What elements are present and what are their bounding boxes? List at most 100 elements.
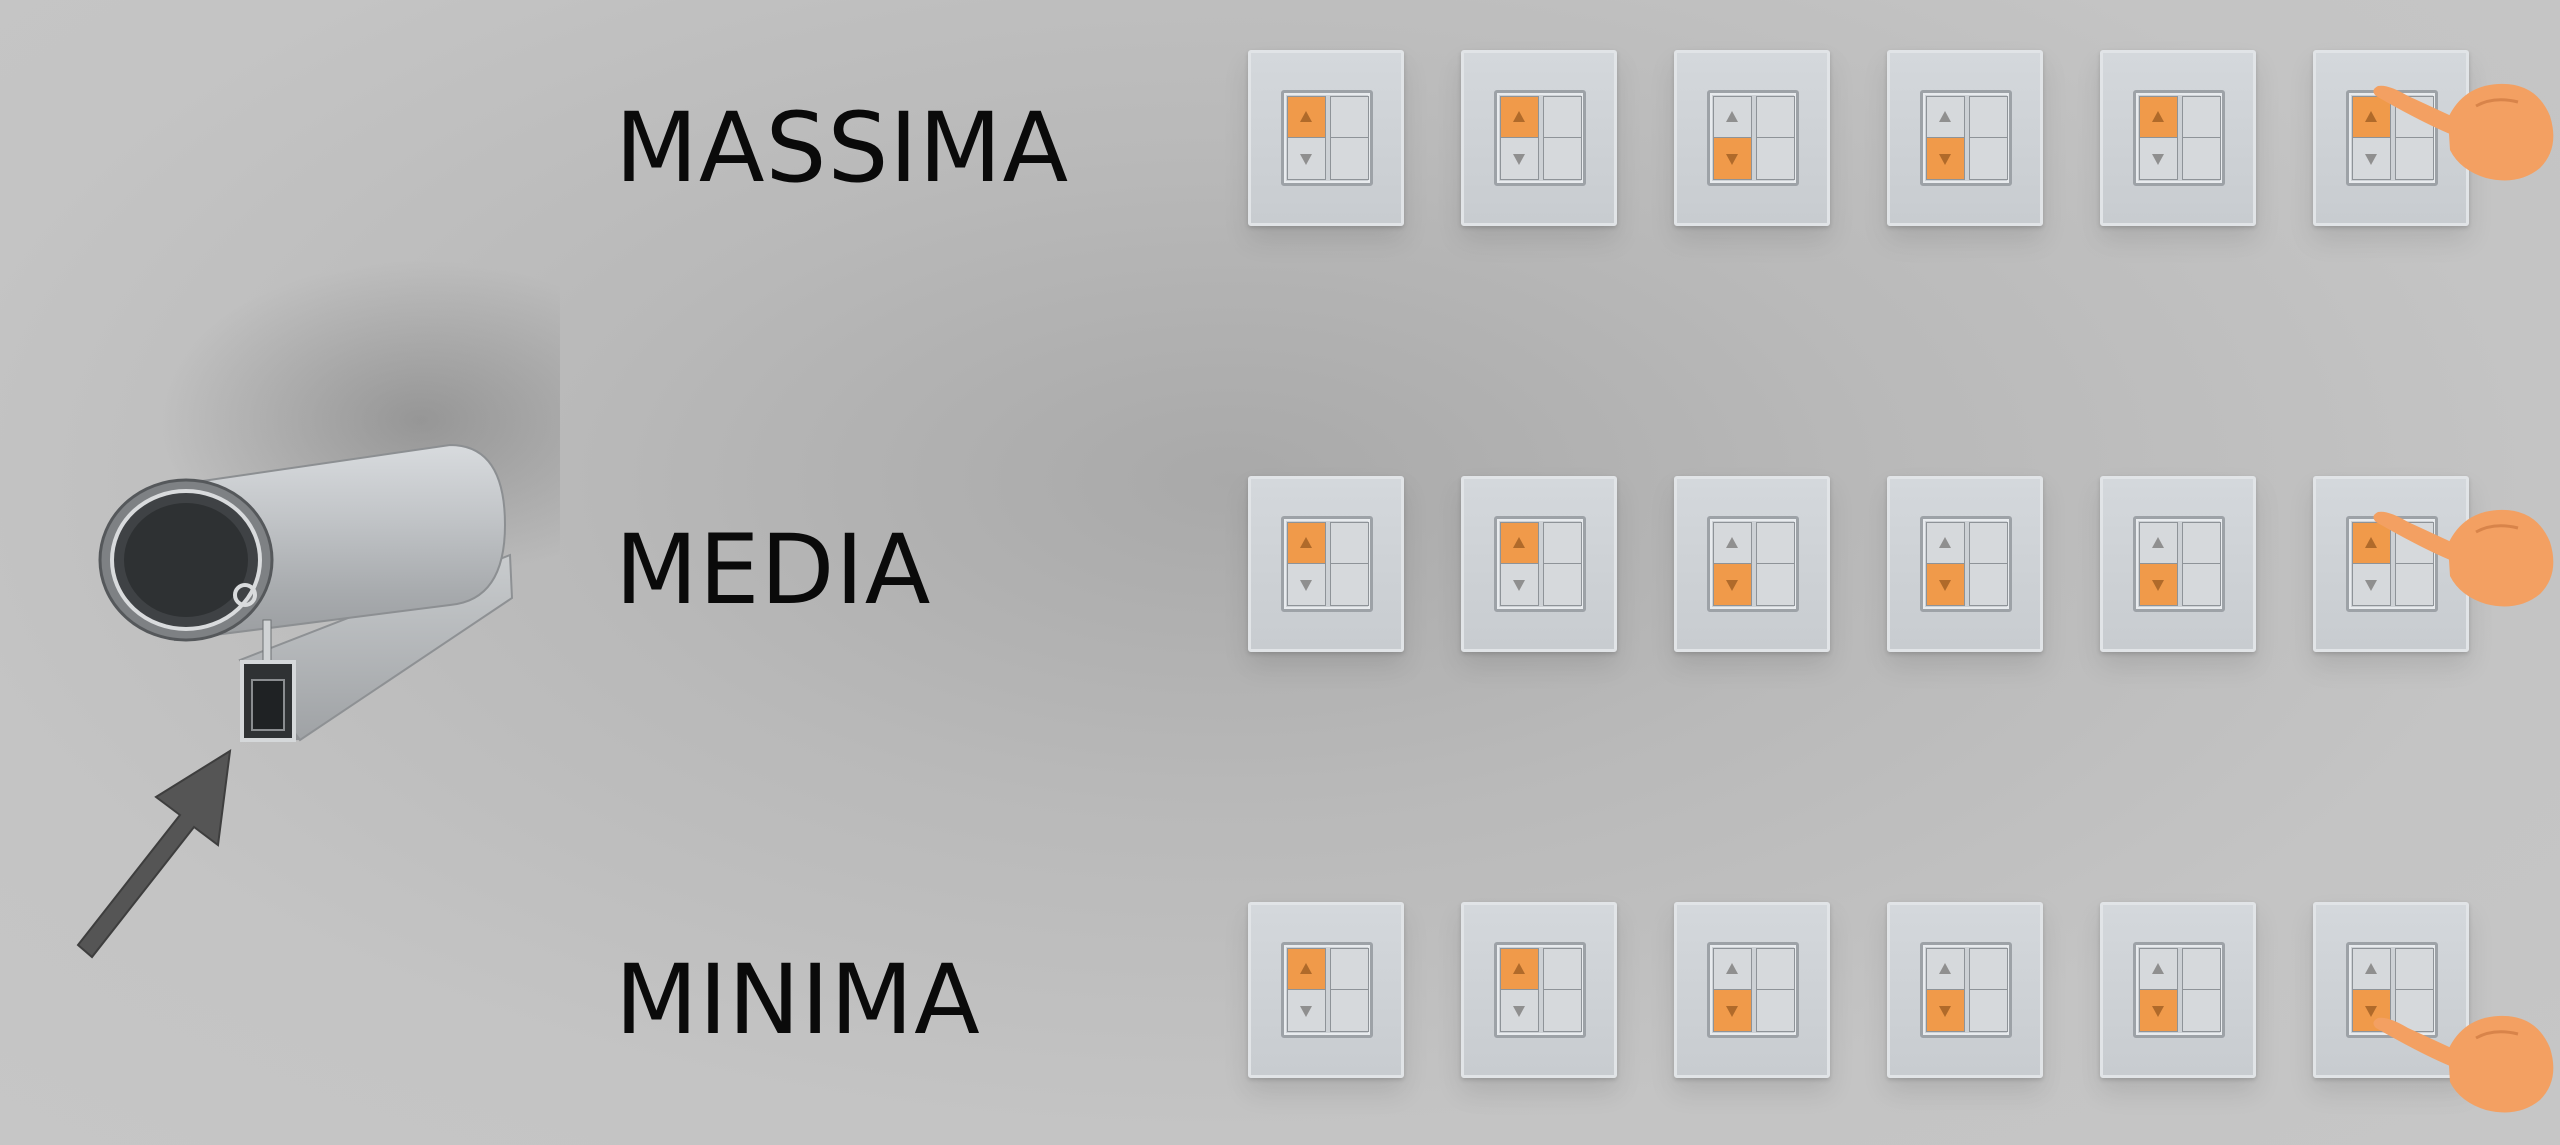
arrow-up-icon	[1726, 537, 1738, 548]
switch-frame	[1707, 90, 1799, 186]
arrow-down-icon	[1300, 1006, 1312, 1017]
arrow-down-icon	[1513, 154, 1525, 165]
rocker-right[interactable]	[1330, 522, 1369, 606]
rocker-right-divider	[1331, 949, 1368, 990]
arrow-up-icon	[1726, 111, 1738, 122]
arrow-down-icon	[2152, 154, 2164, 165]
switch-row-minima	[1248, 902, 2554, 1113]
rocker-right-divider	[1757, 949, 1794, 990]
switch-panel	[1674, 50, 1830, 226]
button-up[interactable]	[1927, 97, 1964, 138]
rocker-right[interactable]	[1969, 522, 2008, 606]
rocker-left	[1713, 522, 1752, 606]
switch-panel	[1248, 902, 1404, 1078]
switch-panel	[1887, 50, 2043, 226]
switch-panel	[1248, 50, 1404, 226]
button-down[interactable]	[2140, 564, 2177, 605]
arrow-up-icon	[1300, 537, 1312, 548]
switch-panel	[1674, 476, 1830, 652]
button-down[interactable]	[1714, 564, 1751, 605]
rocker-right[interactable]	[2182, 522, 2221, 606]
switch-row-media	[1248, 476, 2554, 652]
button-up[interactable]	[1714, 949, 1751, 990]
button-up[interactable]	[1501, 523, 1538, 564]
rocker-left	[1500, 948, 1539, 1032]
arrow-down-icon	[1939, 154, 1951, 165]
diagram-stage: MASSIMA MEDIA MINIMA	[0, 0, 2560, 1145]
switch-panel	[1461, 476, 1617, 652]
button-up[interactable]	[2140, 949, 2177, 990]
rocker-left	[1926, 96, 1965, 180]
button-down[interactable]	[1927, 138, 1964, 179]
arrow-down-icon	[2152, 1006, 2164, 1017]
rocker-left	[1926, 522, 1965, 606]
rocker-right[interactable]	[1330, 96, 1369, 180]
rocker-right[interactable]	[1330, 948, 1369, 1032]
rocker-right[interactable]	[1756, 522, 1795, 606]
switch-frame	[1707, 942, 1799, 1038]
button-up[interactable]	[1288, 949, 1325, 990]
button-up[interactable]	[1288, 97, 1325, 138]
pointing-hand-icon	[2373, 1015, 2554, 1113]
arrow-up-icon	[2152, 537, 2164, 548]
rocker-left	[1713, 948, 1752, 1032]
button-down[interactable]	[1288, 138, 1325, 179]
rocker-right[interactable]	[1969, 948, 2008, 1032]
rocker-right-divider	[1757, 97, 1794, 138]
button-down[interactable]	[1714, 138, 1751, 179]
button-up[interactable]	[1927, 949, 1964, 990]
button-down[interactable]	[1927, 990, 1964, 1031]
rocker-left	[1287, 96, 1326, 180]
switch-panel	[2100, 476, 2256, 652]
switch-panel	[2100, 902, 2256, 1078]
button-down[interactable]	[1288, 990, 1325, 1031]
button-up[interactable]	[1714, 523, 1751, 564]
switch-frame	[1920, 90, 2012, 186]
switch-frame	[1494, 90, 1586, 186]
rocker-left	[1713, 96, 1752, 180]
button-up[interactable]	[2140, 97, 2177, 138]
rocker-right-divider	[1757, 523, 1794, 564]
button-up[interactable]	[2140, 523, 2177, 564]
switch-frame	[1281, 942, 1373, 1038]
rocker-right[interactable]	[2182, 948, 2221, 1032]
button-down[interactable]	[1501, 564, 1538, 605]
button-up[interactable]	[1501, 949, 1538, 990]
level-label-minima: MINIMA	[615, 944, 981, 1056]
rocker-right[interactable]	[1969, 96, 2008, 180]
button-up[interactable]	[1927, 523, 1964, 564]
arrow-down-icon	[1726, 580, 1738, 591]
button-up[interactable]	[1714, 97, 1751, 138]
arrow-up-icon	[2365, 963, 2377, 974]
button-down[interactable]	[1927, 564, 1964, 605]
button-down[interactable]	[2140, 138, 2177, 179]
button-up[interactable]	[2353, 949, 2390, 990]
switch-panel	[1887, 476, 2043, 652]
rocker-right[interactable]	[2182, 96, 2221, 180]
rocker-left	[1287, 522, 1326, 606]
button-down[interactable]	[2140, 990, 2177, 1031]
button-down[interactable]	[1288, 564, 1325, 605]
button-up[interactable]	[1288, 523, 1325, 564]
rocker-left	[2139, 522, 2178, 606]
rocker-right-divider	[2396, 949, 2433, 990]
rocker-right[interactable]	[1756, 948, 1795, 1032]
arrow-up-icon	[1939, 537, 1951, 548]
pointer-arrow-icon	[76, 749, 232, 959]
button-down[interactable]	[1714, 990, 1751, 1031]
switch-panel	[1674, 902, 1830, 1078]
switch-frame	[2133, 90, 2225, 186]
switch-panel	[1248, 476, 1404, 652]
rocker-right[interactable]	[1543, 948, 1582, 1032]
rocker-right-divider	[1331, 523, 1368, 564]
button-down[interactable]	[1501, 990, 1538, 1031]
rocker-right-divider	[2183, 949, 2220, 990]
rocker-right[interactable]	[1543, 96, 1582, 180]
switch-panel	[1461, 50, 1617, 226]
arrow-up-icon	[1939, 111, 1951, 122]
button-down[interactable]	[1501, 138, 1538, 179]
rocker-right[interactable]	[1543, 522, 1582, 606]
rocker-right[interactable]	[1756, 96, 1795, 180]
arrow-down-icon	[1513, 1006, 1525, 1017]
button-up[interactable]	[1501, 97, 1538, 138]
